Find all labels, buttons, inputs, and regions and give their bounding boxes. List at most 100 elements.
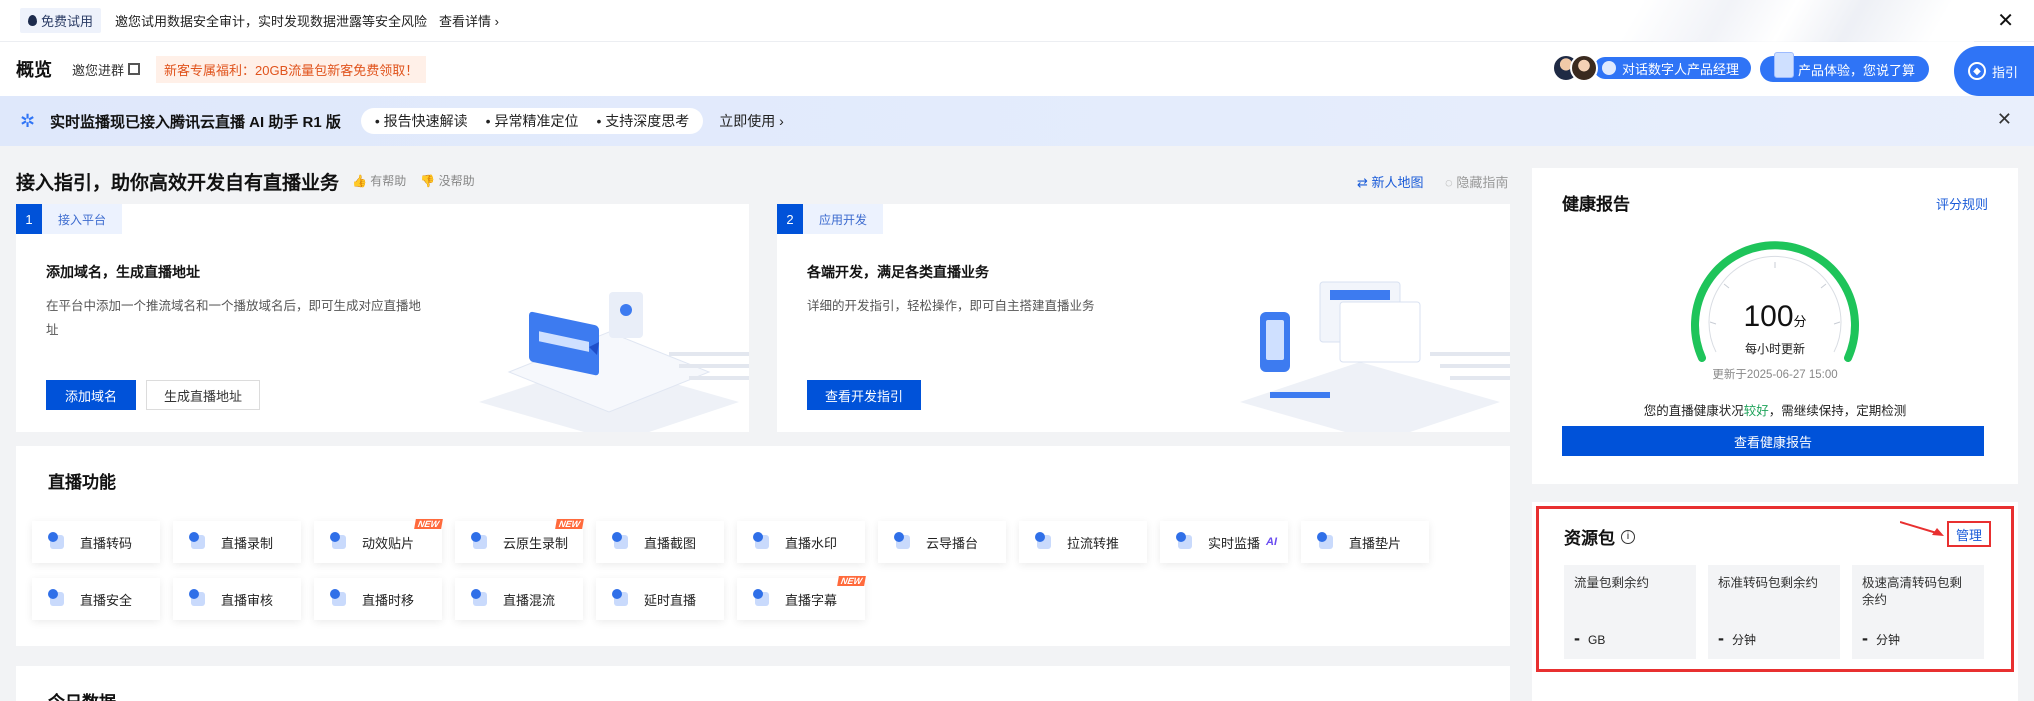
tile-value: - 分钟	[1862, 628, 1901, 648]
add-domain-button[interactable]: 添加域名	[46, 380, 136, 410]
feature-label: 延时直播	[644, 592, 697, 608]
feature-icon	[1317, 532, 1337, 552]
page-title: 概览	[16, 60, 52, 80]
feature-icon	[753, 589, 773, 609]
new-badge: NEW	[837, 576, 866, 586]
drop-icon	[28, 15, 37, 26]
feature-item[interactable]: 直播审核	[173, 578, 301, 620]
ai-badge: AI	[1266, 536, 1278, 548]
compass-icon: ◆	[1968, 62, 1986, 80]
info-icon[interactable]: i	[1621, 529, 1635, 544]
feature-item[interactable]: 直播时移	[314, 578, 442, 620]
new-user-map-link[interactable]: ⇄ 新人地图	[1357, 172, 1424, 191]
promo-banner[interactable]: 新客专属福利：20GB流量包新客免费领取！	[156, 55, 427, 83]
feature-icon	[48, 532, 68, 552]
hide-guide-link[interactable]: ◌ 隐藏指南	[1445, 172, 1508, 191]
notice-close-icon[interactable]: ✕	[1997, 9, 2014, 33]
step-card-development: 2 应用开发 各端开发，满足各类直播业务 详细的开发指引，轻松操作，即可自主搭建…	[777, 204, 1510, 432]
ai-assistant-banner: ✲ 实时监播现已接入腾讯云直播 AI 助手 R1 版 • 报告快速解读 • 异常…	[0, 96, 2034, 146]
experience-label: 产品体验，您说了算	[1798, 62, 1916, 78]
feature-item[interactable]: 直播垫片	[1301, 521, 1429, 563]
feature-label: 直播录制	[221, 535, 274, 551]
feature-item[interactable]: 云原生录制 NEW	[455, 519, 584, 563]
avatar	[1570, 54, 1598, 82]
health-score: 100分	[1743, 300, 1807, 333]
feature-icon	[753, 532, 773, 552]
helpful-button[interactable]: 👍 有帮助	[352, 172, 406, 189]
guide-label: 指引	[1992, 64, 2019, 80]
ai-manager-button[interactable]: 对话数字人产品经理	[1552, 50, 1752, 86]
health-title: 健康报告	[1562, 195, 1630, 214]
development-illustration	[1240, 281, 1510, 432]
feature-item[interactable]: 动效贴片 NEW	[314, 519, 443, 563]
view-dev-guide-button[interactable]: 查看开发指引	[807, 380, 921, 410]
feature-label: 直播转码	[80, 535, 133, 551]
chip: • 支持深度思考	[596, 113, 690, 129]
feature-item[interactable]: 直播转码	[32, 521, 160, 563]
manage-button[interactable]: 管理	[1947, 521, 1991, 547]
feature-item[interactable]: 直播混流	[455, 578, 583, 620]
step-description: 在平台中添加一个推流域名和一个播放域名后，即可生成对应直播地址	[46, 299, 422, 337]
feature-label: 直播字幕	[785, 592, 838, 608]
feature-item[interactable]: 实时监播 AI	[1160, 521, 1288, 563]
step-description: 详细的开发指引，轻松操作，即可自主搭建直播业务	[807, 299, 1095, 313]
feature-item[interactable]: 拉流转推	[1019, 521, 1147, 563]
free-trial-badge[interactable]: 免费试用	[20, 8, 102, 33]
feature-icon	[1176, 532, 1196, 552]
feature-label: 直播垫片	[1349, 535, 1402, 551]
score-rules-link[interactable]: 评分规则	[1936, 194, 1988, 213]
health-gauge: 100分 每小时更新	[1680, 230, 1870, 380]
feature-icon	[189, 532, 209, 552]
avatar-group	[1552, 50, 1598, 86]
update-time: 更新于2025-06-27 15:00	[1712, 369, 1838, 381]
experience-feedback-button[interactable]: 产品体验，您说了算	[1760, 52, 1930, 82]
feature-label: 直播截图	[644, 535, 697, 551]
ai-feature-chips: • 报告快速解读 • 异常精准定位 • 支持深度思考	[360, 108, 704, 134]
guide-button[interactable]: ◆ 指引	[1954, 46, 2034, 96]
step-number: 1	[16, 204, 42, 234]
chip: • 报告快速解读	[374, 113, 468, 129]
resource-tile-standard-transcode: 标准转码包剩余约 - 分钟	[1708, 565, 1840, 659]
feature-item[interactable]: 云导播台	[878, 521, 1006, 563]
feature-label: 实时监播	[1208, 535, 1261, 551]
notice-more-link[interactable]: 查看详情 ›	[439, 11, 499, 30]
feature-label: 云导播台	[926, 535, 979, 551]
step-heading: 添加域名，生成直播地址	[46, 264, 200, 280]
join-group-link[interactable]: 邀您进群	[72, 60, 141, 79]
feature-item[interactable]: 直播水印	[737, 521, 865, 563]
feature-item[interactable]: 延时直播	[596, 578, 724, 620]
tile-value: - 分钟	[1718, 628, 1757, 648]
free-trial-label: 免费试用	[41, 14, 94, 29]
platform-illustration	[479, 292, 749, 432]
feature-item[interactable]: 直播安全	[32, 578, 160, 620]
feature-item[interactable]: 直播字幕 NEW	[737, 576, 866, 620]
today-data-card: 今日数据	[16, 666, 1510, 701]
not-helpful-button[interactable]: 👎 没帮助	[420, 172, 474, 189]
feedback-group: 👍 有帮助 👎 没帮助	[352, 172, 475, 189]
feature-icon	[48, 589, 68, 609]
generate-url-button[interactable]: 生成直播地址	[146, 380, 260, 410]
resource-tile-hd-transcode: 极速高清转码包剩余约 - 分钟	[1852, 565, 1984, 659]
step-tag: 接入平台	[42, 204, 123, 234]
feature-label: 动效贴片	[362, 535, 415, 551]
today-title: 今日数据	[48, 688, 116, 701]
feature-label: 直播水印	[785, 535, 838, 551]
feature-label: 云原生录制	[503, 535, 569, 551]
banner-close-icon[interactable]: ✕	[1997, 109, 2012, 130]
feature-label: 直播审核	[221, 592, 274, 608]
new-badge: NEW	[555, 519, 584, 529]
tile-label: 流量包剩余约	[1574, 576, 1650, 590]
feature-item[interactable]: 直播截图	[596, 521, 724, 563]
view-health-report-button[interactable]: 查看健康报告	[1562, 426, 1984, 456]
tile-value: - GB	[1574, 628, 1606, 648]
new-badge: NEW	[414, 519, 443, 529]
ai-banner-text: 实时监播现已接入腾讯云直播 AI 助手 R1 版	[50, 113, 341, 131]
use-now-link[interactable]: 立即使用 ›	[719, 111, 784, 131]
feature-label: 拉流转推	[1067, 535, 1120, 551]
feature-icon	[330, 589, 350, 609]
health-status: 您的直播健康状况较好，需继续保持，定期检测	[1643, 404, 1907, 418]
feature-icon	[471, 589, 491, 609]
feature-icon	[471, 532, 491, 552]
notice-decoration	[1554, 0, 1974, 42]
feature-item[interactable]: 直播录制	[173, 521, 301, 563]
